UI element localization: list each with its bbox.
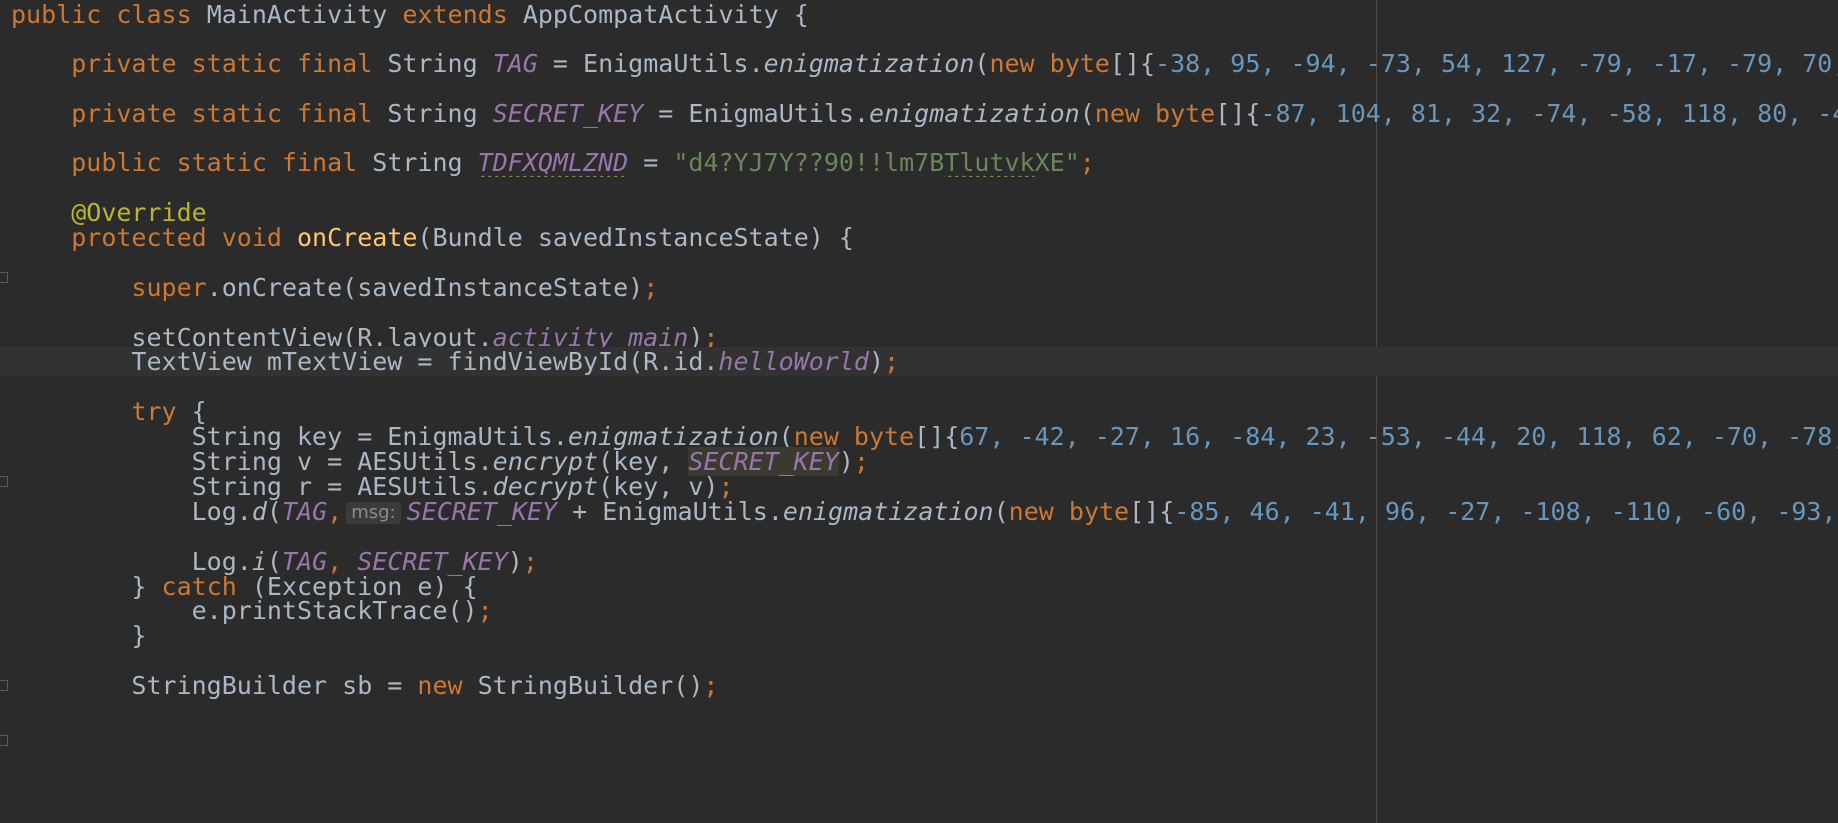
operator: = — [643, 148, 659, 177]
fold-marker-icon[interactable] — [0, 476, 8, 487]
paren: ) — [868, 347, 884, 376]
code-line-4[interactable]: public static final String TDFXQMLZND = … — [0, 148, 1838, 177]
type: String — [387, 49, 478, 78]
string-literal: XE" — [1034, 148, 1080, 177]
paren: ( — [974, 49, 990, 78]
parameters: (Bundle savedInstanceState) { — [417, 223, 854, 252]
paren: ( — [1079, 99, 1095, 128]
keyword: public — [11, 0, 102, 29]
bracket: []{ — [1109, 49, 1156, 78]
modifiers: protected void — [71, 223, 282, 252]
keyword: new — [1008, 497, 1054, 526]
byte-values: -38, 95, -94, -73, 54, 127, -79, -17, -7… — [1155, 49, 1838, 78]
semicolon: ; — [703, 671, 719, 700]
modifiers: private static final — [71, 99, 373, 128]
brace: } — [131, 621, 147, 650]
modifiers: public static final — [71, 148, 358, 177]
paren: ( — [266, 497, 282, 526]
class-ref: EnigmaUtils. — [688, 99, 870, 128]
paren: ( — [993, 497, 1009, 526]
byte-values: -85, 46, -41, 96, -27, -108, -110, -60, … — [1174, 497, 1837, 526]
declaration: TextView mTextView = findViewById(R.id. — [131, 347, 719, 376]
bracket: []{ — [1215, 99, 1261, 128]
modifiers: private static final — [71, 49, 373, 78]
keyword: byte — [1068, 497, 1130, 526]
class-ref: + EnigmaUtils. — [557, 497, 783, 526]
semicolon: ; — [884, 347, 900, 376]
field-name: TDFXQMLZND — [477, 148, 629, 177]
code-line-6[interactable]: protected void onCreate(Bundle savedInst… — [0, 223, 1838, 252]
method-call: enigmatization — [869, 99, 1080, 128]
keyword: byte — [1049, 49, 1110, 78]
type: String — [387, 99, 478, 128]
declaration: StringBuilder sb = — [131, 671, 418, 700]
semicolon: ; — [1079, 148, 1095, 177]
keyword: new — [1094, 99, 1140, 128]
method-call: enigmatization — [782, 497, 994, 526]
keyword: new — [989, 49, 1035, 78]
code-line-19[interactable]: StringBuilder sb = new StringBuilder(); — [0, 671, 1838, 700]
keyword: extends — [402, 0, 508, 29]
code-line-14[interactable]: Log.d(TAG, msg: SECRET_KEY + EnigmaUtils.e… — [0, 497, 1838, 526]
keyword: class — [116, 0, 192, 29]
class-name: MainActivity — [206, 0, 388, 29]
field-ref: helloWorld — [718, 347, 869, 376]
brace: { — [793, 0, 809, 29]
string-literal: "d4?YJ7Y??90!!lm7B — [673, 148, 945, 177]
method-call: d — [251, 497, 267, 526]
code-editor[interactable]: public class MainActivity extends AppCom… — [0, 0, 1838, 823]
class-ref: EnigmaUtils. — [583, 49, 764, 78]
keyword: byte — [1155, 99, 1216, 128]
keyword: super — [131, 273, 207, 302]
operator: = — [658, 99, 674, 128]
fold-marker-icon[interactable] — [0, 680, 8, 691]
method-call: enigmatization — [763, 49, 975, 78]
parameter-hint: msg: — [346, 502, 401, 524]
type: String — [372, 148, 463, 177]
code-line-3[interactable]: private static final String SECRET_KEY =… — [0, 99, 1838, 128]
method-declaration: onCreate — [297, 223, 418, 252]
constructor-call: StringBuilder() — [462, 671, 704, 700]
fold-marker-icon[interactable] — [0, 735, 8, 746]
field-ref: TAG — [281, 497, 328, 526]
fold-marker-icon[interactable] — [0, 272, 8, 283]
operator: = — [552, 49, 568, 78]
field-ref: SECRET_KEY — [406, 497, 558, 526]
code-line-18[interactable]: } — [0, 621, 1838, 650]
comma: , — [327, 497, 343, 526]
byte-values: -87, 104, 81, 32, -74, -58, 118, 80, -48… — [1260, 99, 1838, 128]
code-line-7[interactable]: super.onCreate(savedInstanceState); — [0, 273, 1838, 302]
code-line-1[interactable]: public class MainActivity extends AppCom… — [0, 0, 1838, 29]
field-name: TAG — [492, 49, 538, 78]
code-line-9-current[interactable]: TextView mTextView = findViewById(R.id.h… — [0, 347, 1838, 376]
field-name: SECRET_KEY — [492, 99, 644, 128]
code-line-2[interactable]: private static final String TAG = Enigma… — [0, 49, 1838, 78]
string-literal-typo: Tlutvk — [944, 148, 1035, 177]
keyword: new — [417, 671, 463, 700]
super-class: AppCompatActivity — [522, 0, 779, 29]
method-call: .onCreate(savedInstanceState) — [206, 273, 644, 302]
class-ref: Log. — [191, 497, 252, 526]
bracket: []{ — [1129, 497, 1175, 526]
semicolon: ; — [643, 273, 659, 302]
